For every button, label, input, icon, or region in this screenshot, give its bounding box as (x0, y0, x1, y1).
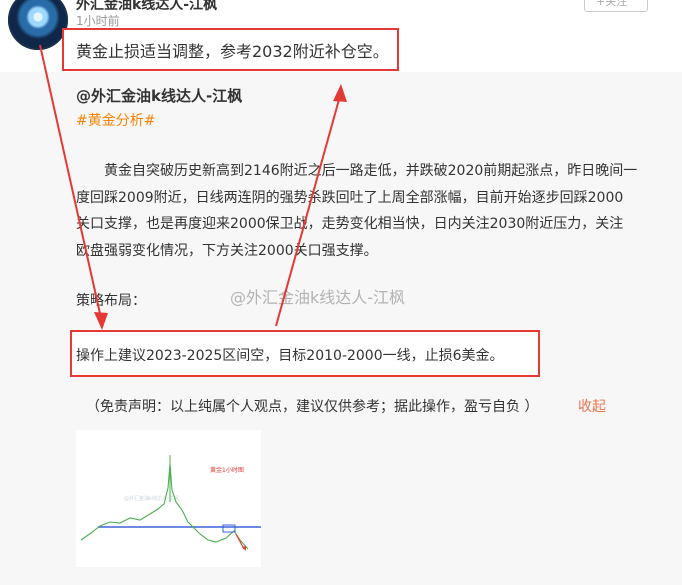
post-headline: 黄金止损适当调整，参考2032附近补仓空。 (76, 42, 389, 61)
chart-thumbnail[interactable]: 黄金1小时图 @外汇金油k线达人-江枫 (76, 430, 261, 567)
hashtag-link[interactable]: #黄金分析# (76, 110, 155, 130)
analysis-paragraph: 黄金自突破历史新高到2146附近之后一路走低，并跌破2020前期起涨点，昨日晚间… (76, 158, 676, 264)
operation-advice: 操作上建议2023-2025区间空，目标2010-2000一线，止损6美金。 (76, 348, 504, 364)
strategy-label: 策略布局： (76, 293, 146, 309)
thumbnail-title: 黄金1小时图 (210, 466, 244, 474)
paragraph-line: 欧盘强弱变化情况，下方关注2000关口强支撑。 (76, 242, 378, 259)
collapse-link[interactable]: 收起 (578, 396, 606, 416)
mention-link[interactable]: @外汇金油k线达人-江枫 (76, 85, 242, 106)
paragraph-line: 黄金自突破历史新高到2146附近之后一路走低，并跌破2020前期起涨点，昨日晚间… (104, 163, 638, 179)
thumbnail-chart-graphic: 黄金1小时图 @外汇金油k线达人-江枫 (76, 430, 261, 567)
follow-button[interactable]: +关注 (584, 0, 648, 12)
follow-label: +关注 (596, 0, 628, 8)
disclaimer-text: （免责声明：以上纯属个人观点，建议仅供参考；据此操作，盈亏自负 ） (86, 399, 539, 415)
paragraph-line: 度回踩2009附近，日线两连阴的强势杀跌回吐了上周全部涨幅，目前开始逐步回踩20… (76, 189, 624, 206)
paragraph-line: 关口支撑，也是再度迎来2000保卫战，走势变化相当快，日内关注2030附近压力，… (76, 216, 624, 232)
text-watermark: @外汇金油k线达人-江枫 (230, 288, 406, 307)
post-time[interactable]: 1小时前 (76, 12, 120, 29)
